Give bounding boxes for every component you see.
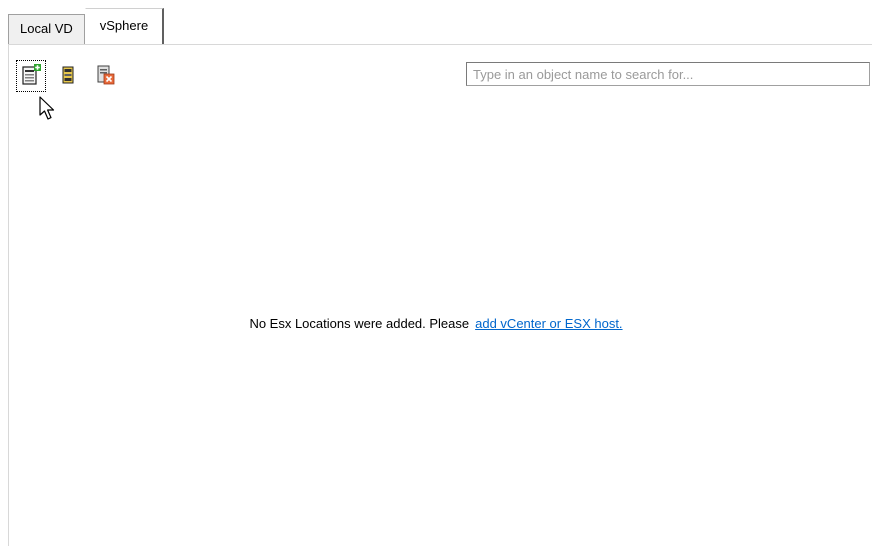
tab-local-vd-label: Local VD <box>20 21 73 36</box>
toolbar <box>8 58 128 94</box>
server-button[interactable] <box>52 60 84 92</box>
add-host-link[interactable]: add vCenter or ESX host. <box>475 316 622 331</box>
esx-locations-window: Local VD vSphere Type in an object name … <box>0 0 872 546</box>
empty-state-message: No Esx Locations were added. Please <box>249 316 470 331</box>
tab-vsphere[interactable]: vSphere <box>84 8 165 44</box>
add-host-button[interactable] <box>16 60 46 92</box>
search-input[interactable] <box>466 62 870 86</box>
add-host-icon <box>20 63 42 90</box>
server-icon <box>61 66 75 87</box>
empty-state: No Esx Locations were added. Please add v… <box>0 316 872 331</box>
remove-host-icon <box>96 64 116 89</box>
remove-host-button[interactable] <box>90 60 122 92</box>
tab-vsphere-label: vSphere <box>99 18 149 33</box>
tab-local-vd[interactable]: Local VD <box>8 14 85 44</box>
tab-strip: Local VD vSphere <box>8 8 165 44</box>
vsphere-panel <box>8 44 872 546</box>
